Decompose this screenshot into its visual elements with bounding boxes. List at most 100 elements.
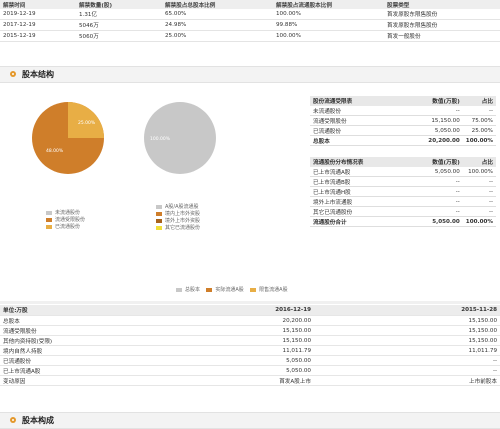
unlock-cell: 5046万 [76, 19, 162, 31]
unlock-cell: 25.00% [162, 30, 273, 42]
table-total-row: 总股本 20,200.00 100.00% [310, 135, 496, 146]
table-cell: 15,150.00 [314, 335, 500, 346]
table-cell: 已流通股份 [0, 355, 158, 366]
legend-label: 其它已流通股份 [165, 225, 201, 231]
table-cell: -- [403, 106, 463, 116]
unlock-table: 解禁时间 解禁数量(股) 解禁股占总股本比例 解禁股占流通股本比例 股票类型 2… [0, 0, 500, 42]
unlock-header: 解禁股占总股本比例 [162, 0, 273, 9]
table-cell: 未流通股份 [310, 106, 404, 116]
legend-swatch [46, 210, 52, 215]
pie1-legend: 未流通股份 流通受限股份 已流通股份 [46, 210, 85, 231]
legend-label: 未流通股份 [55, 210, 81, 216]
table-header: 占比 [462, 157, 496, 167]
pie-chart-share-distribution: 100.00% [144, 102, 216, 174]
legend-item: 流通受限股份 [46, 217, 85, 224]
table-cell: 15,150.00 [158, 325, 314, 336]
pie-chart-share-status: 25.00% 48.00% [32, 102, 104, 174]
legend-item: 已流通股份 [46, 224, 85, 231]
legend-item: 其它已流通股份 [156, 225, 200, 232]
divider [0, 301, 500, 304]
bar-chart-legend: 总股本 实际流通A股 限售流通A股 [176, 286, 288, 293]
table-cell: 已上市流通H股 [310, 186, 404, 197]
legend-item: A股/A股流通股 [156, 204, 200, 211]
table-cell: 5,050.00 [403, 125, 463, 136]
table-total-row: 流通股份合计 5,050.00 100.00% [310, 216, 496, 227]
legend-label: 限售流通A股 [259, 287, 288, 293]
unlock-cell: 首发原股东限售股份 [384, 9, 500, 20]
unlock-cell: 2019-12-19 [0, 9, 76, 20]
table-cell: 20,200.00 [158, 315, 314, 326]
section-bullet-icon [10, 71, 16, 77]
legend-item[interactable]: 实际流通A股 [206, 287, 244, 293]
table-cell: 流通股份合计 [310, 216, 404, 227]
table-cell: -- [462, 206, 496, 217]
unlock-header: 解禁数量(股) [76, 0, 162, 9]
unlock-cell: 65.00% [162, 9, 273, 20]
unlock-cell: 1.31亿 [76, 9, 162, 20]
table-cell: -- [314, 355, 500, 366]
unlock-cell: 首发一般股份 [384, 30, 500, 42]
table-row: 2017-12-19 5046万 24.98% 99.88% 首发原股东限售股份 [0, 19, 500, 31]
table-row: 2019-12-19 1.31亿 65.00% 100.00% 首发原股东限售股… [0, 9, 500, 20]
table-cell: 已上市流通A股 [310, 167, 404, 177]
table-row: 已上市流通H股 -- -- [310, 186, 496, 197]
pie-label: 48.00% [46, 148, 64, 154]
table-cell: 流通受限股份 [310, 115, 404, 126]
table-cell: 总股本 [0, 315, 158, 326]
legend-item[interactable]: 限售流通A股 [250, 287, 288, 293]
table-row: 其他内资持股(受限) 15,150.00 15,150.00 [0, 335, 500, 346]
table-cell: 5,050.00 [158, 365, 314, 376]
table-cell: -- [462, 186, 496, 197]
table-cell: -- [462, 106, 496, 116]
table-cell: 变动原因 [0, 375, 158, 386]
table-cell: 11,011.79 [314, 345, 500, 356]
table-cell: 20,200.00 [403, 135, 463, 146]
section-header-share-structure: 股本结构 [0, 66, 500, 83]
table-cell: 75.00% [462, 115, 496, 126]
table-cell: 2015-11-28 [314, 305, 500, 316]
legend-label: 境内上市外资股 [165, 211, 201, 217]
section-header-share-composition: 股本构成 [0, 412, 500, 429]
legend-swatch [176, 287, 182, 292]
table-row: 已流通股份 5,050.00 -- [0, 355, 500, 366]
table-row: 已上市流通A股 5,050.00 100.00% [310, 167, 496, 177]
table-cell: 100.00% [462, 135, 496, 146]
table-cell: 已上市流通B股 [310, 176, 404, 187]
table-cell: 100.00% [462, 216, 496, 227]
legend-item[interactable]: 总股本 [176, 287, 200, 293]
legend-item: 境外上市外资股 [156, 218, 200, 225]
legend-swatch [156, 204, 162, 209]
legend-swatch [156, 211, 162, 216]
share-change-table: 单位:万股 2016-12-19 2015-11-28 总股本 20,200.0… [0, 305, 500, 386]
table-row: 未流通股份 -- -- [310, 106, 496, 116]
table-cell: 已上市流通A股 [0, 365, 158, 376]
table-header: 股份流通受限表 [310, 96, 404, 106]
pie-slice-circulating [68, 102, 104, 138]
section-title: 股本结构 [22, 70, 54, 79]
table-row: 已流通股份 5,050.00 25.00% [310, 125, 496, 136]
table-cell: -- [403, 196, 463, 207]
table-row: 2015-12-19 5060万 25.00% 100.00% 首发一般股份 [0, 30, 500, 42]
unlock-cell: 2017-12-19 [0, 19, 76, 31]
table-row: 变动原因 首发A股上市 上市前股本 [0, 375, 500, 386]
legend-label: 已流通股份 [55, 224, 81, 230]
table-header-row: 流通股份分布情况表 数值(万股) 占比 [310, 157, 496, 167]
table-cell: 境内自然人持股 [0, 345, 158, 356]
table-header: 数值(万股) [403, 157, 463, 167]
legend-swatch [206, 287, 213, 292]
legend-swatch [156, 218, 162, 223]
table-cell: 上市前股本 [314, 375, 500, 386]
legend-label: 实际流通A股 [215, 287, 244, 293]
share-restriction-table: 股份流通受限表 数值(万股) 占比 未流通股份 -- -- 流通受限股份 15,… [310, 96, 496, 146]
pie2-legend: A股/A股流通股 境内上市外资股 境外上市外资股 其它已流通股份 [156, 204, 200, 232]
table-row: 境内自然人持股 11,011.79 11,011.79 [0, 345, 500, 356]
legend-label: 总股本 [185, 287, 201, 293]
pie-label: 100.00% [150, 136, 171, 142]
table-cell: 已流通股份 [310, 125, 404, 136]
unlock-cell: 24.98% [162, 19, 273, 31]
legend-swatch [250, 287, 257, 292]
table-cell: 100.00% [462, 167, 496, 177]
legend-label: 境外上市外资股 [165, 218, 201, 224]
table-row: 总股本 20,200.00 15,150.00 [0, 315, 500, 326]
unlock-cell: 首发原股东限售股份 [384, 19, 500, 31]
